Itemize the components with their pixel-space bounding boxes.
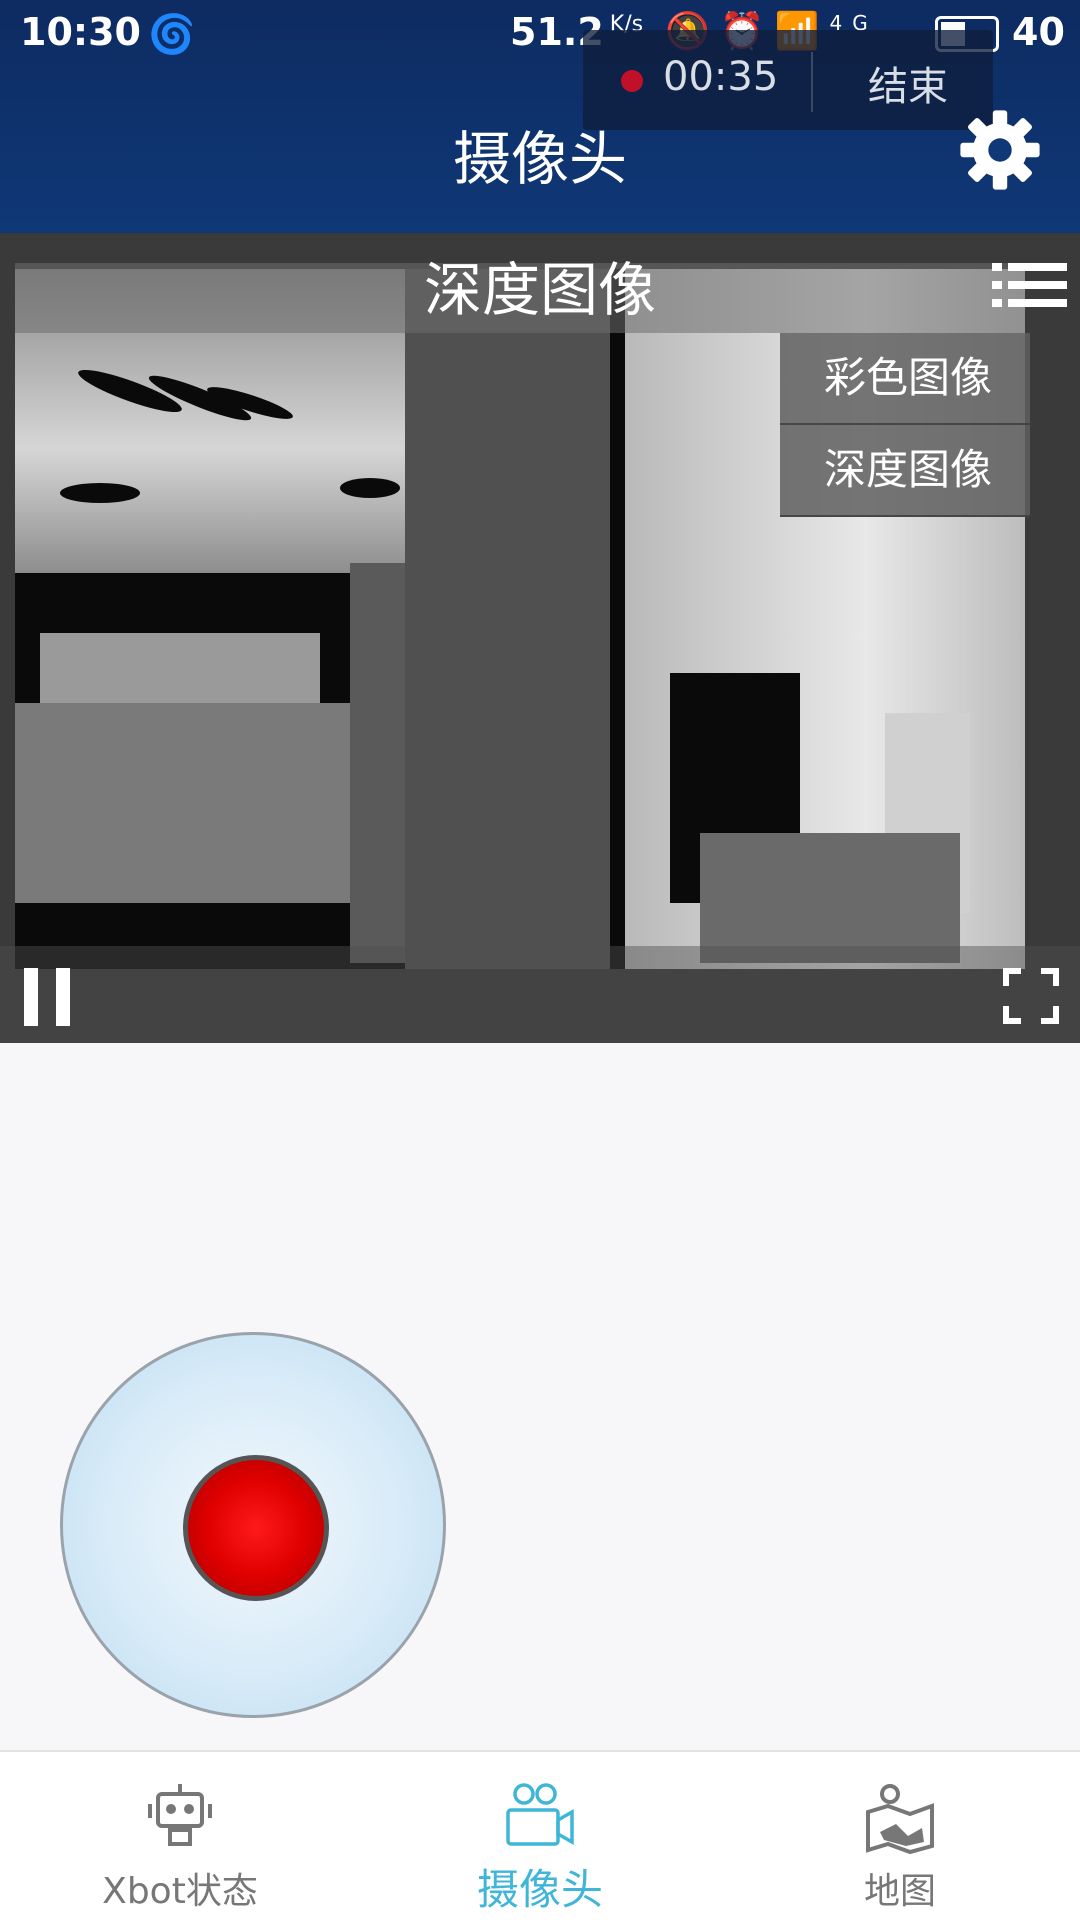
pause-icon xyxy=(24,968,38,1026)
tab-label-xbot-status: Xbot状态 xyxy=(102,1871,258,1912)
end-recording-button[interactable]: 结束 xyxy=(868,54,948,112)
robot-icon xyxy=(148,1784,212,1846)
video-controls xyxy=(0,946,1080,1043)
tab-label-camera: 摄像头 xyxy=(476,1865,603,1914)
status-time: 10:30 xyxy=(20,10,141,54)
tab-label-map: 地图 xyxy=(863,1871,936,1912)
bottom-tab-bar: Xbot状态 摄像头 地图 xyxy=(0,1750,1080,1922)
camera-icon xyxy=(506,1783,574,1846)
fullscreen-icon[interactable] xyxy=(1003,968,1059,1024)
video-mode-title: 深度图像 xyxy=(423,256,656,324)
notification-icon: 🌀 xyxy=(148,12,196,56)
tab-xbot-status[interactable]: Xbot状态 xyxy=(0,1752,360,1922)
joystick-pad[interactable] xyxy=(60,1332,446,1718)
recording-divider xyxy=(811,52,813,112)
tab-map[interactable]: 地图 xyxy=(720,1752,1080,1922)
battery-level: 40 xyxy=(1012,10,1065,54)
map-icon xyxy=(866,1784,934,1855)
menu-item-depth-image[interactable]: 深度图像 xyxy=(780,425,1030,517)
tab-camera[interactable]: 摄像头 xyxy=(360,1752,720,1922)
page-title: 摄像头 xyxy=(452,125,627,193)
image-mode-menu: 彩色图像 深度图像 xyxy=(780,333,1030,517)
settings-gear-icon[interactable] xyxy=(955,105,1045,195)
recording-dot-icon xyxy=(621,70,643,92)
menu-list-icon[interactable] xyxy=(992,261,1067,309)
menu-item-color-image[interactable]: 彩色图像 xyxy=(780,333,1030,425)
joystick-knob[interactable] xyxy=(183,1455,329,1601)
camera-video-view[interactable]: 深度图像 彩色图像 深度图像 xyxy=(0,233,1080,1043)
recording-time: 00:35 xyxy=(663,54,779,100)
app-header: 10:30 🌀 51.2K/s 🔕⏰📶4G 40 00:35 结束 摄像头 xyxy=(0,0,1080,233)
pause-button[interactable] xyxy=(22,968,74,1026)
